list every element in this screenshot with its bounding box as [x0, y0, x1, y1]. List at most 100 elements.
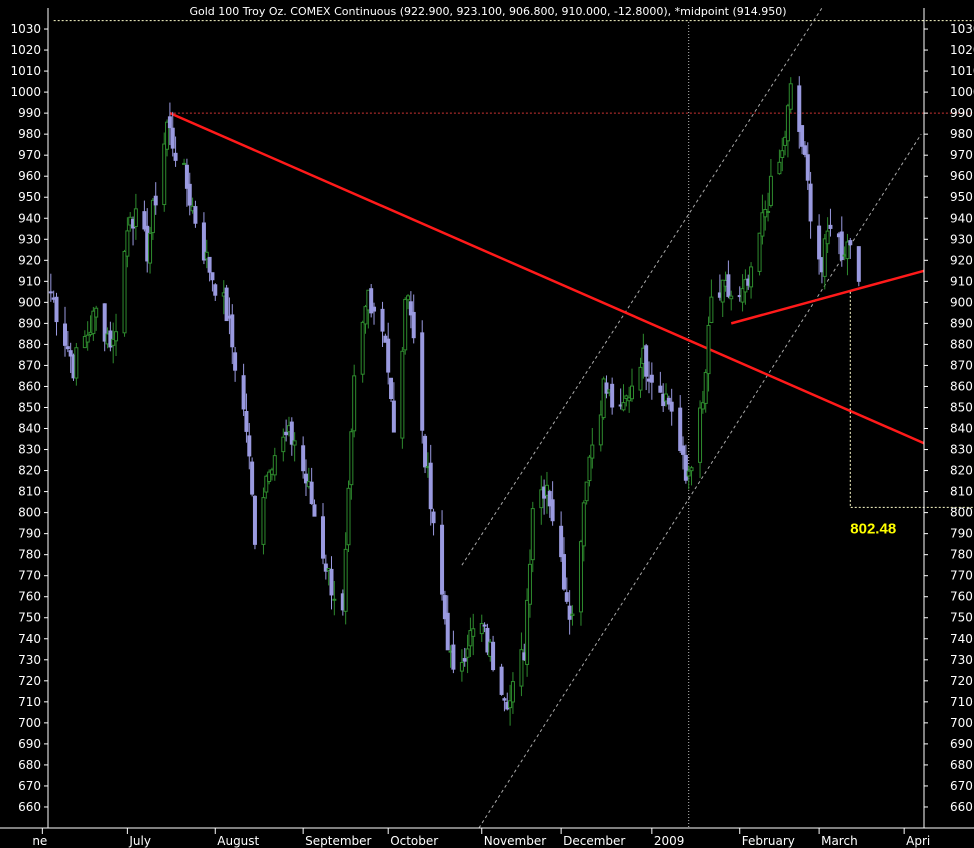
candle-body — [567, 605, 572, 620]
y-tick-label-right: 800 — [950, 506, 973, 520]
candle-93 — [420, 320, 425, 444]
y-tick-label-left: 720 — [18, 674, 41, 688]
candle-body — [689, 467, 694, 472]
candle-body — [241, 375, 246, 410]
y-tick-label-left: 1020 — [10, 43, 41, 57]
y-tick-label-left: 690 — [18, 737, 41, 751]
y-tick-label-right: 850 — [950, 400, 973, 414]
candle-body — [210, 272, 215, 281]
candle-body — [610, 383, 615, 408]
candle-body — [561, 554, 566, 590]
candle-body — [644, 345, 649, 377]
candle-body — [584, 481, 589, 502]
candle-body — [649, 374, 654, 383]
candle-body — [153, 195, 158, 206]
candle-body — [451, 644, 456, 670]
candle-body — [669, 401, 674, 412]
candle-body — [148, 232, 153, 264]
candle-body — [471, 628, 476, 637]
candle-body — [114, 331, 119, 342]
candle-body — [527, 563, 532, 605]
candle-body — [122, 251, 127, 334]
candle-body — [332, 598, 337, 601]
y-tick-label-left: 910 — [18, 274, 41, 288]
candle-body — [386, 338, 391, 373]
candle-body — [187, 183, 192, 206]
projection-label: 802.48 — [850, 520, 896, 537]
y-tick-label-right: 990 — [950, 106, 973, 120]
candle-body — [785, 105, 790, 142]
candle-body — [459, 662, 464, 672]
candle-body — [349, 431, 354, 486]
candle-89 — [403, 297, 408, 355]
candle-body — [431, 511, 436, 524]
candle-88 — [400, 346, 405, 449]
candle-body — [85, 334, 90, 343]
candle-178 — [757, 232, 762, 276]
y-tick-label-right: 920 — [950, 253, 973, 267]
x-tick-label: Apri — [906, 834, 930, 848]
y-tick-label-right: 880 — [950, 337, 973, 351]
candle-body — [630, 385, 634, 400]
candle-body — [658, 385, 663, 393]
y-tick-label-right: 940 — [950, 211, 973, 225]
chart-canvas: Gold 100 Troy Oz. COMEX Continuous (922.… — [0, 0, 974, 848]
candle-body — [465, 648, 470, 658]
candle-body — [207, 256, 212, 273]
candle-body — [683, 454, 688, 481]
y-tick-label-right: 970 — [950, 148, 973, 162]
candle-81 — [369, 283, 374, 318]
y-tick-label-right: 1030 — [950, 22, 974, 36]
y-tick-label-right: 770 — [950, 569, 973, 583]
candle-body — [462, 658, 467, 662]
candle-body — [411, 311, 416, 339]
candle-body — [817, 225, 822, 260]
candle-body — [581, 502, 586, 547]
candle-body — [768, 175, 773, 206]
y-tick-label-right: 910 — [950, 274, 973, 288]
candle-body — [800, 125, 805, 147]
candle-body — [578, 541, 583, 613]
candle-body — [167, 116, 172, 129]
candle-86 — [389, 377, 394, 402]
candle-body — [726, 274, 731, 297]
candle-75 — [346, 480, 351, 552]
y-tick-label-right: 750 — [950, 611, 973, 625]
candle-body — [320, 516, 325, 559]
candle-body — [780, 150, 785, 158]
y-tick-label-right: 1010 — [950, 64, 974, 78]
candle-body — [403, 298, 408, 351]
x-tick-label: November — [484, 834, 546, 848]
candle-body — [621, 402, 626, 411]
y-tick-label-right: 930 — [950, 232, 973, 246]
candle-body — [587, 456, 592, 482]
candle-body — [224, 287, 229, 322]
y-tick-label-right: 710 — [950, 695, 973, 709]
y-tick-label-left: 710 — [18, 695, 41, 709]
y-tick-label-right: 760 — [950, 590, 973, 604]
candle-body — [400, 350, 405, 439]
candle-body — [598, 414, 603, 446]
candle-body — [65, 346, 70, 350]
y-tick-label-right: 780 — [950, 548, 973, 562]
y-tick-label-left: 860 — [18, 379, 41, 393]
y-tick-label-left: 740 — [18, 632, 41, 646]
x-tick-label: March — [821, 834, 858, 848]
candle-body — [848, 240, 853, 246]
candle-body — [389, 377, 394, 400]
candle-body — [162, 143, 167, 206]
y-tick-label-right: 960 — [950, 169, 973, 183]
y-tick-label-left: 770 — [18, 569, 41, 583]
candle-44 — [224, 284, 229, 322]
y-tick-label-right: 740 — [950, 632, 973, 646]
y-tick-label-left: 990 — [18, 106, 41, 120]
candle-body — [391, 400, 396, 433]
candle-body — [329, 568, 334, 596]
candle-body — [284, 431, 289, 436]
y-tick-label-right: 860 — [950, 379, 973, 393]
y-tick-label-right: 840 — [950, 422, 973, 436]
candle-body — [766, 210, 771, 213]
candle-body — [510, 681, 515, 703]
candle-body — [729, 295, 734, 300]
candle-body — [678, 407, 683, 451]
